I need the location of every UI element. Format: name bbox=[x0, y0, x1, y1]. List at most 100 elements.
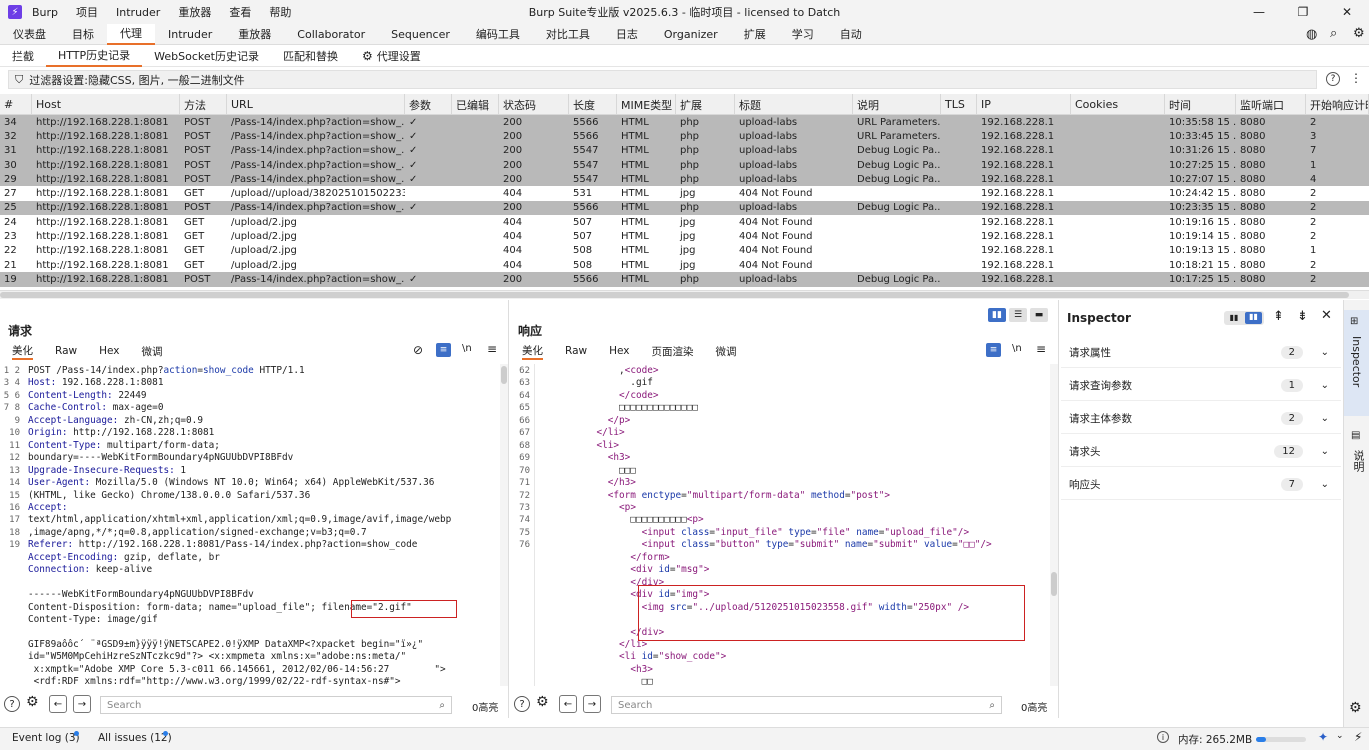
tab-dashboard[interactable]: 仪表盘 bbox=[0, 24, 59, 45]
sparkle-icon[interactable]: ✦ bbox=[1318, 730, 1328, 744]
table-horizontal-scrollbar[interactable] bbox=[0, 290, 1369, 299]
subtab-intercept[interactable]: 拦截 bbox=[0, 45, 46, 67]
inspector-query-params[interactable]: 请求查询参数 1 ⌄ bbox=[1061, 371, 1341, 401]
scrollbar-thumb[interactable] bbox=[0, 292, 1349, 298]
menu-help[interactable]: 帮助 bbox=[269, 4, 291, 20]
tab-intruder[interactable]: Intruder bbox=[155, 24, 225, 45]
response-tab-raw[interactable]: Raw bbox=[565, 342, 587, 360]
request-editor[interactable]: 1 2 3 4 5 6 7 8 9 10 11 12 13 14 15 16 1… bbox=[0, 364, 500, 686]
table-row[interactable]: 34 http://192.168.228.1:8081 POST/Pass-14/… bbox=[0, 115, 1369, 130]
table-row[interactable]: 27 http://192.168.228.1:8081 GET/upload//u… bbox=[0, 186, 1369, 200]
gear-icon[interactable]: ⚙ bbox=[536, 694, 549, 710]
gear-icon[interactable]: ⚙ bbox=[26, 694, 39, 710]
subtab-websocket-history[interactable]: WebSocket历史记录 bbox=[142, 45, 271, 67]
format-icon[interactable]: ≡ bbox=[986, 343, 1001, 357]
split-view-icon[interactable]: ▮▮ bbox=[988, 308, 1006, 322]
col-response-timer[interactable]: 开始响应计时 bbox=[1306, 94, 1369, 115]
table-row[interactable]: 22 http://192.168.228.1:8081 GET/upload/2.… bbox=[0, 244, 1369, 258]
info-icon[interactable]: i bbox=[1157, 731, 1169, 743]
layout-list-icon[interactable]: ▮▮ bbox=[1226, 313, 1242, 323]
expand-all-icon[interactable]: ⇟ bbox=[1297, 309, 1308, 324]
table-row[interactable]: 25 http://192.168.228.1:8081 POST/Pass-14/… bbox=[0, 200, 1369, 216]
response-search-input[interactable]: Search ⌕ bbox=[611, 696, 1002, 714]
gear-icon[interactable]: ⚙ bbox=[1353, 26, 1365, 41]
tab-extensions[interactable]: 扩展 bbox=[731, 24, 779, 45]
request-tab-hex[interactable]: Hex bbox=[99, 342, 119, 360]
table-row[interactable]: 19 http://192.168.228.1:8081 POST/Pass-14/… bbox=[0, 272, 1369, 287]
col-tls[interactable]: TLS bbox=[941, 94, 977, 115]
back-icon[interactable]: ← bbox=[559, 695, 577, 713]
scrollbar-thumb[interactable] bbox=[501, 366, 507, 384]
table-row[interactable]: 29 http://192.168.228.1:8081 POST/Pass-14/… bbox=[0, 172, 1369, 187]
scrollbar-thumb[interactable] bbox=[1051, 572, 1057, 596]
col-edited[interactable]: 已编辑 bbox=[452, 94, 499, 115]
menu-icon[interactable]: ≡ bbox=[487, 342, 497, 356]
tab-target[interactable]: 目标 bbox=[59, 24, 107, 45]
tab-decoder[interactable]: 编码工具 bbox=[463, 24, 533, 45]
col-listener-port[interactable]: 监听端口 bbox=[1236, 94, 1306, 115]
request-search-input[interactable]: Search ⌕ bbox=[100, 696, 452, 714]
menu-repeater[interactable]: 重放器 bbox=[178, 4, 211, 20]
menu-view[interactable]: 查看 bbox=[229, 4, 251, 20]
request-tab-inspector[interactable]: 微调 bbox=[141, 342, 162, 360]
filter-bar[interactable]: ⛉ 过滤器设置:隐藏CSS, 图片, 一般二进制文件 bbox=[8, 70, 1317, 89]
inspector-body-params[interactable]: 请求主体参数 2 ⌄ bbox=[1061, 404, 1341, 434]
chevron-down-icon[interactable]: ⌄ bbox=[1336, 731, 1344, 741]
search-icon[interactable]: ⌕ bbox=[1330, 26, 1337, 41]
subtab-match-replace[interactable]: 匹配和替换 bbox=[271, 45, 350, 67]
tab-sequencer[interactable]: Sequencer bbox=[378, 24, 463, 45]
table-row[interactable]: 31 http://192.168.228.1:8081 POST/Pass-14/… bbox=[0, 143, 1369, 158]
layout-split-icon[interactable]: ▮▮ bbox=[1245, 312, 1262, 324]
col-params[interactable]: 参数 bbox=[405, 94, 452, 115]
table-row[interactable]: 30 http://192.168.228.1:8081 POST/Pass-14/… bbox=[0, 157, 1369, 173]
inspector-request-attributes[interactable]: 请求属性 2 ⌄ bbox=[1061, 338, 1341, 368]
more-icon[interactable]: ⋮ bbox=[1350, 71, 1362, 85]
tab-repeater[interactable]: 重放器 bbox=[225, 24, 284, 45]
table-row[interactable]: 32 http://192.168.228.1:8081 POST/Pass-14/… bbox=[0, 129, 1369, 144]
response-editor[interactable]: 62 63 64 65 66 67 68 69 70 71 72 73 74 7… bbox=[510, 364, 1050, 686]
col-extension[interactable]: 扩展 bbox=[676, 94, 735, 115]
inspector-layout-toggle[interactable]: ▮▮ ▮▮ bbox=[1224, 311, 1264, 325]
col-ip[interactable]: IP bbox=[977, 94, 1071, 115]
col-mime[interactable]: MIME类型 bbox=[617, 94, 676, 115]
eye-off-icon[interactable]: ⊘ bbox=[413, 343, 423, 357]
menu-project[interactable]: 项目 bbox=[76, 4, 98, 20]
close-icon[interactable]: ✕ bbox=[1321, 308, 1332, 323]
tab-logger[interactable]: 日志 bbox=[603, 24, 651, 45]
col-title[interactable]: 标题 bbox=[735, 94, 853, 115]
side-tab-notes[interactable]: ▤ 说明 bbox=[1344, 424, 1369, 494]
col-cookies[interactable]: Cookies bbox=[1071, 94, 1165, 115]
all-issues-link[interactable]: All issues (12) bbox=[98, 732, 172, 744]
forward-icon[interactable]: → bbox=[73, 695, 91, 713]
col-comment[interactable]: 说明 bbox=[853, 94, 941, 115]
tab-learn[interactable]: 学习 bbox=[779, 24, 827, 45]
col-number[interactable]: # bbox=[0, 94, 32, 115]
col-time[interactable]: 时间 bbox=[1165, 94, 1236, 115]
help-icon[interactable]: ? bbox=[514, 696, 530, 712]
forward-icon[interactable]: → bbox=[583, 695, 601, 713]
lightning-icon[interactable]: ⚡ bbox=[1354, 730, 1362, 744]
col-url[interactable]: URL bbox=[227, 94, 405, 115]
minimize-icon[interactable]: — bbox=[1237, 0, 1281, 24]
format-icon[interactable]: ≡ bbox=[436, 343, 451, 357]
col-host[interactable]: Host bbox=[32, 94, 180, 115]
maximize-icon[interactable]: ❐ bbox=[1281, 0, 1325, 24]
menu-icon[interactable]: ≡ bbox=[1036, 342, 1046, 356]
tab-comparer[interactable]: 对比工具 bbox=[533, 24, 603, 45]
response-tab-pretty[interactable]: 美化 bbox=[522, 342, 543, 360]
globe-icon[interactable]: ◍ bbox=[1306, 27, 1317, 42]
horizontal-view-icon[interactable]: ☰ bbox=[1009, 308, 1027, 322]
side-tab-inspector[interactable]: ⊞ Inspector bbox=[1344, 310, 1369, 416]
tab-organizer[interactable]: Organizer bbox=[651, 24, 731, 45]
inspector-request-headers[interactable]: 请求头 12 ⌄ bbox=[1061, 437, 1341, 467]
subtab-http-history[interactable]: HTTP历史记录 bbox=[46, 45, 143, 67]
single-view-icon[interactable]: ▬ bbox=[1030, 308, 1048, 322]
menu-intruder[interactable]: Intruder bbox=[116, 6, 160, 19]
newline-icon[interactable]: \n bbox=[1012, 343, 1022, 354]
event-log-link[interactable]: Event log (3) bbox=[12, 732, 80, 744]
response-tab-inspector[interactable]: 微调 bbox=[715, 342, 736, 360]
inspector-response-headers[interactable]: 响应头 7 ⌄ bbox=[1061, 470, 1341, 500]
request-tab-raw[interactable]: Raw bbox=[55, 342, 77, 360]
col-length[interactable]: 长度 bbox=[569, 94, 617, 115]
col-status[interactable]: 状态码 bbox=[499, 94, 569, 115]
